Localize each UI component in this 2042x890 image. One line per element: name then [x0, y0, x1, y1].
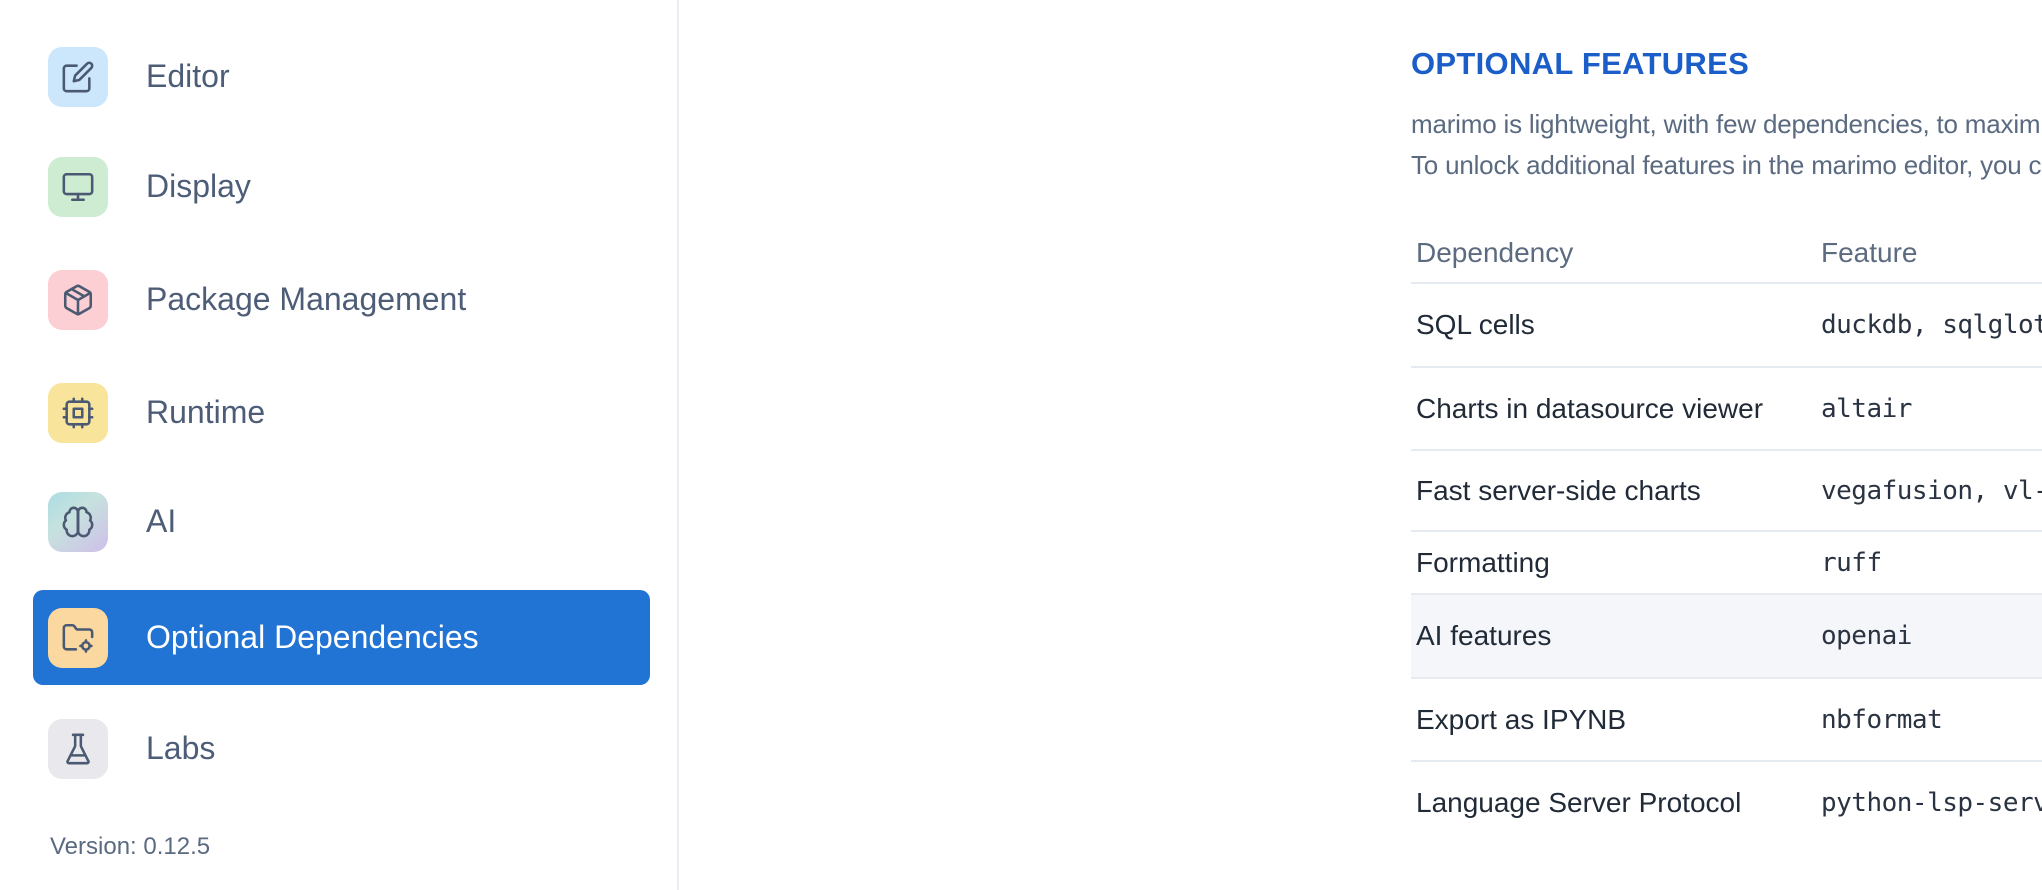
page-title: OPTIONAL FEATURES: [1411, 46, 1750, 81]
dependency-name: AI features: [1416, 620, 1552, 651]
column-header-feature: Feature: [1821, 237, 1918, 268]
dependency-name: Language Server Protocol: [1416, 786, 1742, 818]
optional-features-panel: OPTIONAL FEATURES marimo is lightweight,…: [681, 0, 2042, 890]
column-header-dependency: Dependency: [1416, 237, 1574, 268]
monitor-icon: [48, 156, 108, 217]
sidebar-item-optional-dependencies[interactable]: Optional Dependencies: [33, 590, 650, 685]
dependency-name: Export as IPYNB: [1416, 703, 1627, 735]
settings-dialog: Editor Display Package Management Runtime AI…: [0, 0, 2042, 890]
sidebar-item-label: Display: [146, 168, 251, 204]
sidebar-item-display[interactable]: Display: [33, 139, 650, 234]
sidebar-item-label: Package Management: [146, 281, 467, 317]
table-row: FormattingruffInstalled: [1411, 532, 2042, 595]
sidebar-item-ai[interactable]: AI: [33, 474, 650, 569]
dependency-name: SQL cells: [1416, 309, 1535, 340]
sidebar-item-label: Editor: [146, 58, 230, 94]
sidebar-item-label: AI: [146, 503, 177, 539]
flask-icon: [48, 718, 108, 779]
folder-cog-icon: [48, 607, 108, 668]
sidebar-item-label: Labs: [146, 730, 216, 766]
panel-description: marimo is lightweight, with few dependen…: [1411, 104, 2042, 186]
dependency-name: Fast server-side charts: [1416, 474, 1701, 506]
sidebar-item-label: Runtime: [146, 394, 266, 430]
sidebar-item-package-management[interactable]: Package Management: [33, 252, 650, 347]
description-line-2: To unlock additional features in the mar…: [1411, 150, 2042, 180]
dependency-name: Charts in datasource viewer: [1416, 392, 1764, 424]
cpu-icon: [48, 382, 108, 443]
description-line-1: marimo is lightweight, with few dependen…: [1411, 109, 2042, 139]
feature-packages: altair: [1821, 393, 1912, 424]
table-row: SQL cellsduckdb, sqlglotInstall with uv: [1411, 284, 2042, 368]
table-row: Language Server Protocol python-lsp-serve…: [1411, 762, 2042, 843]
table-row: Charts in datasource vieweraltairInstall…: [1411, 368, 2042, 451]
dependencies-table: Dependency Feature Status SQL cells duckd…: [1411, 225, 2042, 843]
sidebar-item-labs[interactable]: Labs: [33, 701, 650, 796]
dependency-name: Formatting: [1416, 546, 1550, 578]
table-row: Fast server-side charts vegafusion, vl-co…: [1411, 451, 2042, 532]
table-header-row: Dependency Feature Status: [1411, 225, 2042, 284]
version-label: Version: 0.12.5: [50, 833, 211, 860]
feature-packages: nbformat: [1821, 704, 1943, 735]
feature-packages: openai: [1821, 621, 1912, 651]
sidebar-item-label: Optional Dependencies: [146, 619, 479, 655]
feature-packages: ruff: [1821, 547, 1882, 578]
pencil-square-icon: [48, 46, 108, 107]
feature-packages: vegafusion, vl-convert-python: [1821, 475, 2042, 506]
sidebar-item-editor[interactable]: Editor: [33, 29, 650, 124]
feature-packages: duckdb, sqlglot: [1821, 310, 2042, 340]
table-row: AI featuresopenaiInstall with uv: [1411, 595, 2042, 679]
feature-packages: python-lsp-server, websockets: [1821, 787, 2042, 818]
table-row: Export as IPYNBnbformatInstall with uv: [1411, 679, 2042, 762]
settings-sidebar: Editor Display Package Management Runtime AI…: [0, 0, 679, 890]
brain-icon: [48, 491, 108, 552]
package-icon: [48, 269, 108, 330]
sidebar-item-runtime[interactable]: Runtime: [33, 365, 650, 460]
